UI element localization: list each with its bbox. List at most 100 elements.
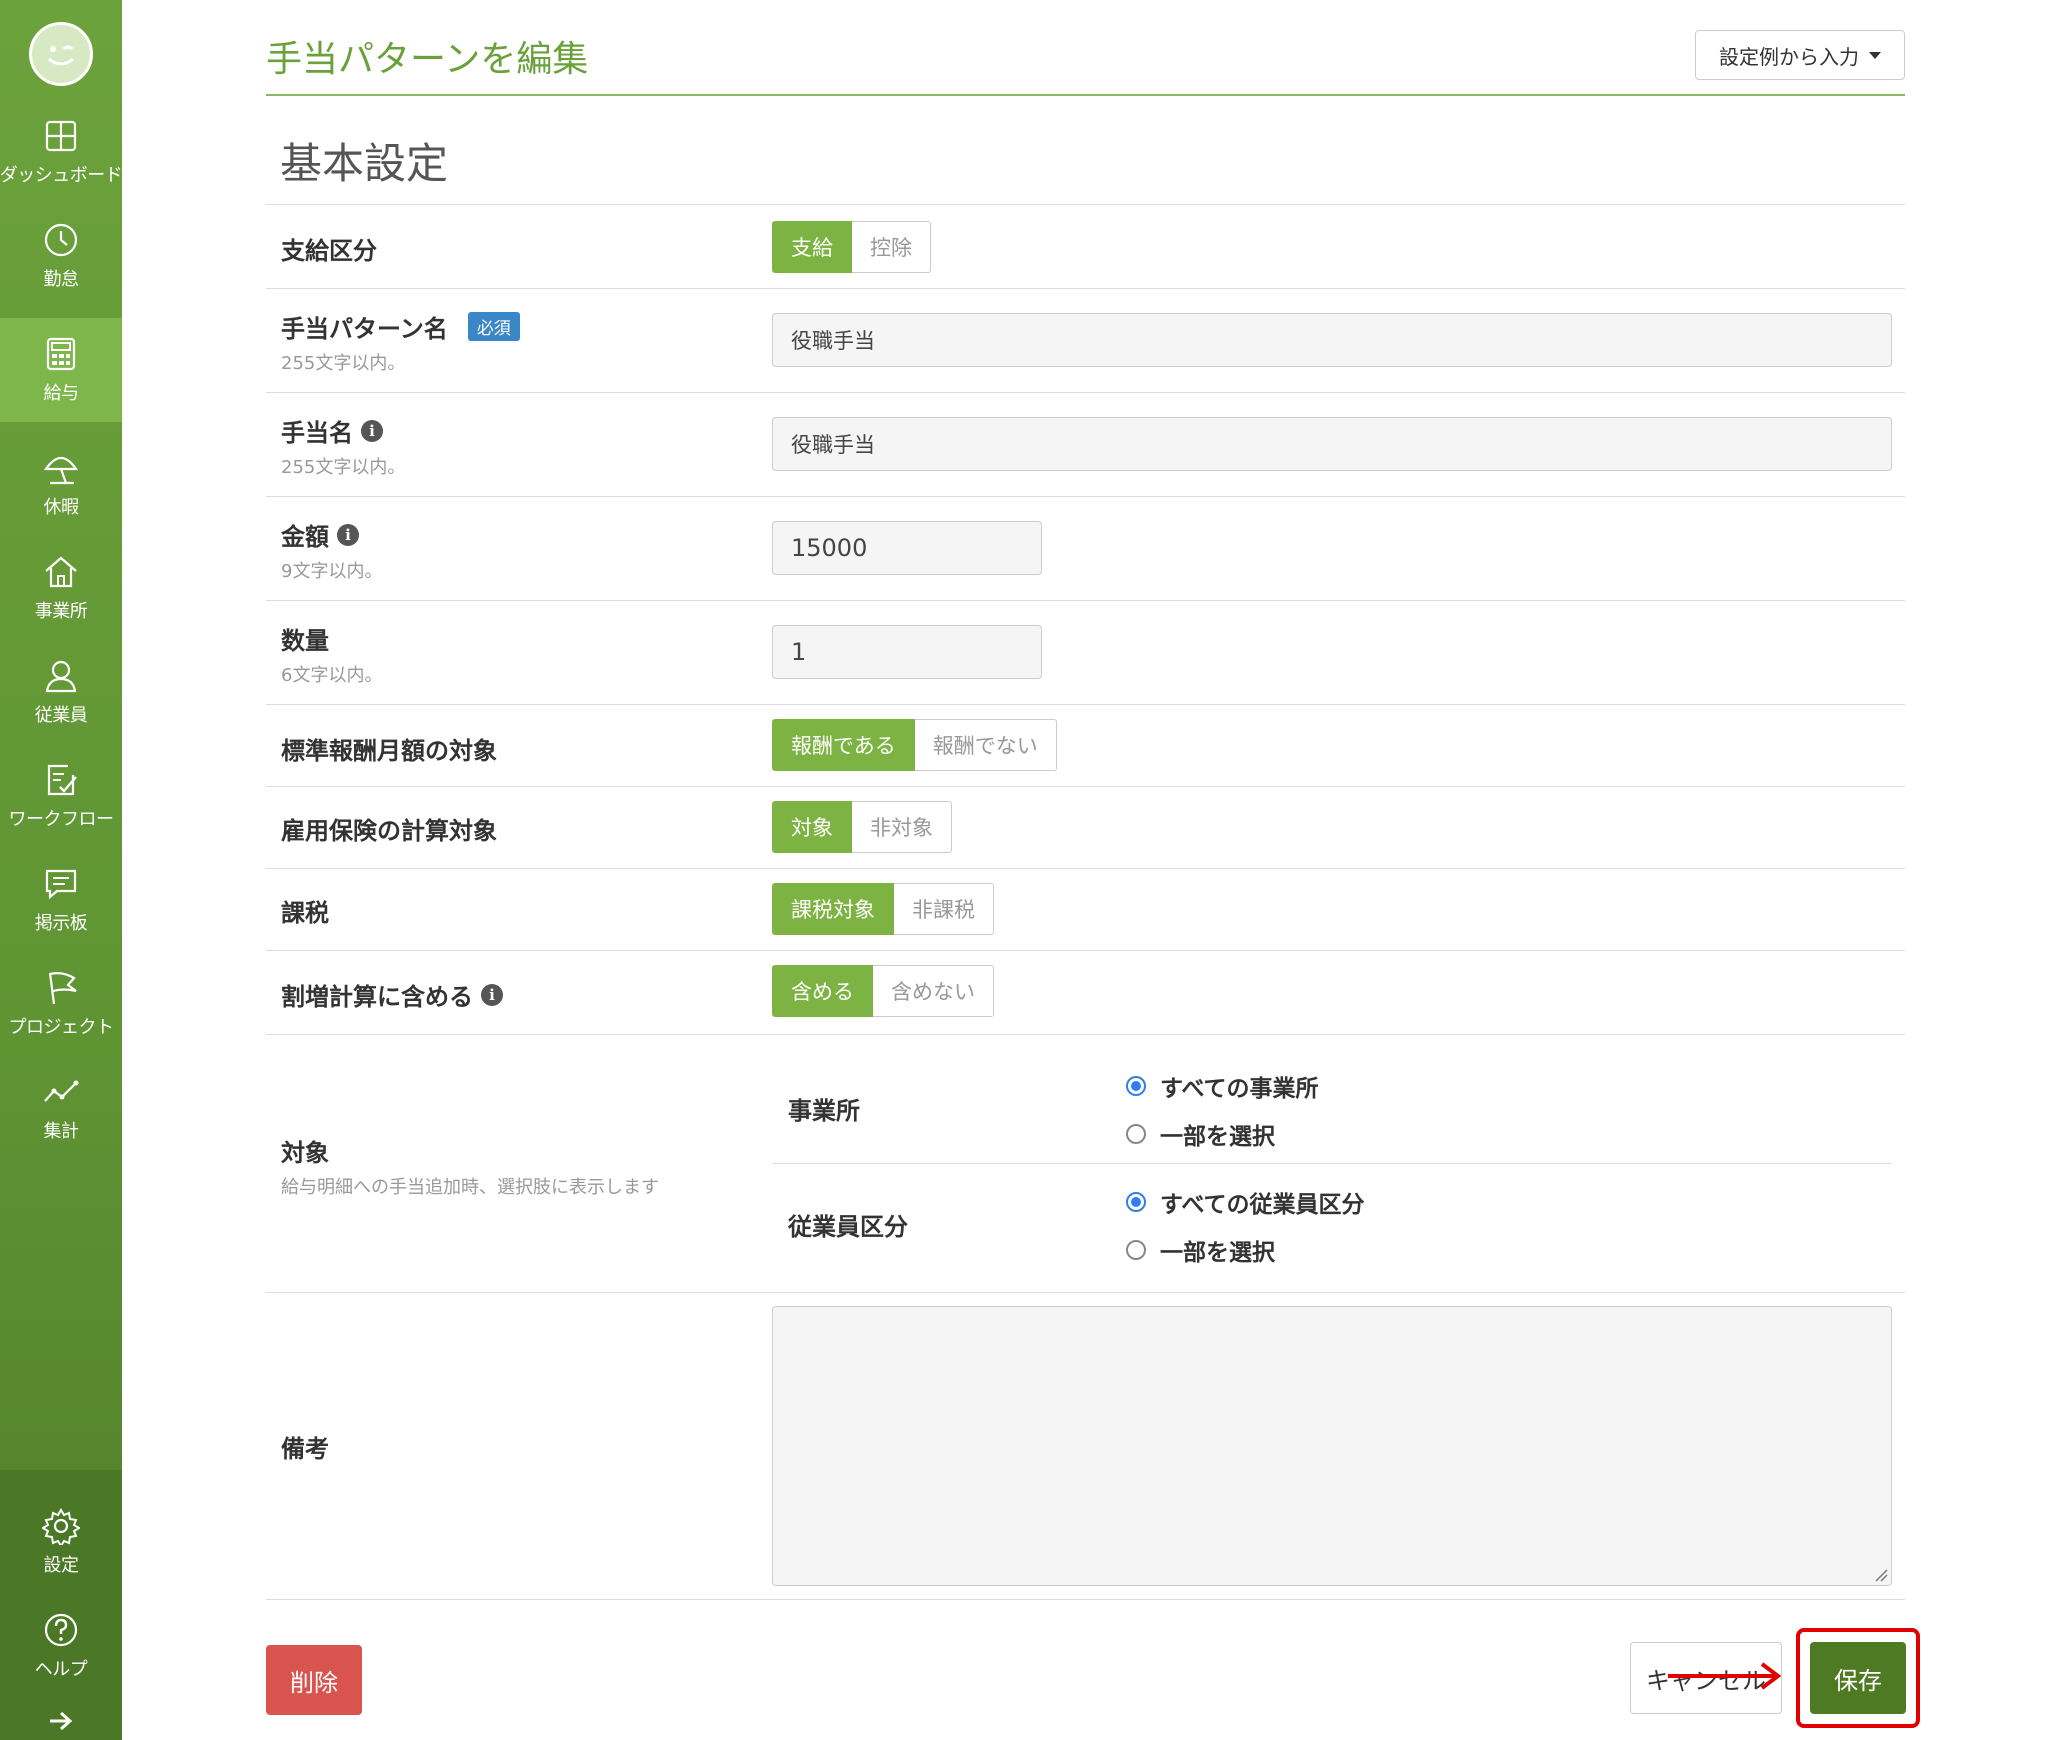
sub-divider [772, 1163, 1892, 1164]
amount-input[interactable]: 15000 [772, 521, 1042, 575]
sidebar-item-office[interactable]: 事業所 [0, 536, 122, 640]
sidebar-item-payroll[interactable]: 給与 [0, 318, 122, 422]
office-radio-partial-label: 一部を選択 [1160, 1124, 1275, 1150]
sidebar-item-reports[interactable]: 集計 [0, 1056, 122, 1160]
quantity-input[interactable]: 1 [772, 625, 1042, 679]
allowance-name-row: 手当名 i 255文字以内。 役職手当 [266, 392, 1905, 496]
gear-icon [42, 1508, 80, 1545]
sidebar-item-label: 事業所 [34, 601, 88, 622]
example-input-dropdown-button[interactable]: 設定例から入力 [1695, 30, 1905, 80]
sidebar-item-label: 給与 [43, 383, 80, 404]
standard-remuneration-row: 標準報酬月額の対象 報酬である 報酬でない [266, 704, 1905, 786]
employee-type-radio-partial[interactable]: 一部を選択 [1126, 1233, 1275, 1267]
amount-hint: 9文字以内。 [281, 561, 383, 582]
allowance-name-input[interactable]: 役職手当 [772, 417, 1892, 471]
sidebar-item-label: 休暇 [43, 497, 80, 518]
target-label: 対象 [281, 1139, 329, 1167]
employee-type-radio-all-label: すべての従業員区分 [1160, 1192, 1365, 1218]
sidebar-item-project[interactable]: プロジェクト [0, 952, 122, 1056]
standard-remuneration-option-no[interactable]: 報酬でない [914, 719, 1057, 771]
sidebar-item-label: 設定 [43, 1555, 80, 1576]
sidebar-item-employees[interactable]: 従業員 [0, 640, 122, 744]
allowance-name-hint: 255文字以内。 [281, 457, 406, 478]
pattern-name-hint: 255文字以内。 [281, 353, 406, 374]
sidebar-item-leave[interactable]: 休暇 [0, 432, 122, 536]
sidebar-item-help[interactable]: ヘルプ [0, 1594, 122, 1698]
pattern-name-label-group: 手当パターン名 必須 [281, 309, 520, 344]
remarks-textarea[interactable] [772, 1306, 1892, 1586]
employee-type-radio-partial-label: 一部を選択 [1160, 1240, 1275, 1266]
pay-type-label: 支給区分 [281, 237, 377, 265]
person-icon [45, 660, 77, 693]
logo-smiley-icon[interactable] [29, 22, 93, 86]
sidebar-item-workflow[interactable]: ワークフロー [0, 744, 122, 848]
dashboard-icon [45, 120, 77, 152]
quantity-label: 数量 [281, 627, 329, 655]
required-badge: 必須 [467, 312, 520, 341]
resize-handle-icon[interactable] [1874, 1568, 1888, 1582]
info-icon[interactable]: i [337, 523, 359, 546]
page-header: 手当パターンを編集 設定例から入力 [266, 30, 1905, 96]
employment-insurance-option-non-target[interactable]: 非対象 [852, 801, 952, 853]
pay-type-option-pay[interactable]: 支給 [772, 221, 852, 273]
sidebar-item-label: ワークフロー [8, 809, 115, 830]
red-arrow-icon [1668, 1662, 1782, 1690]
office-radio-all[interactable]: すべての事業所 [1126, 1069, 1318, 1103]
amount-label: 金額 [281, 523, 329, 551]
sidebar-item-label: 勤怠 [43, 269, 80, 290]
overtime-row: 割増計算に含める i 含める 含めない [266, 950, 1905, 1034]
arrow-right-icon[interactable] [48, 1710, 74, 1736]
taxation-label: 課税 [281, 899, 329, 927]
sidebar-bottom: 設定 ヘルプ [0, 1470, 122, 1740]
delete-button[interactable]: 削除 [266, 1645, 362, 1715]
employment-insurance-option-target[interactable]: 対象 [772, 801, 852, 853]
standard-remuneration-label: 標準報酬月額の対象 [281, 737, 497, 765]
pattern-name-row: 手当パターン名 必須 255文字以内。 役職手当 [266, 288, 1905, 392]
umbrella-icon [43, 456, 79, 485]
office-sublabel: 事業所 [788, 1097, 860, 1125]
highlight-box [1796, 1628, 1920, 1728]
pay-type-option-deduction[interactable]: 控除 [852, 221, 931, 273]
pattern-name-input[interactable]: 役職手当 [772, 313, 1892, 367]
radio-unchecked-icon [1126, 1240, 1146, 1260]
sidebar-item-label: ダッシュボード [0, 165, 123, 186]
help-icon [44, 1613, 78, 1647]
employment-insurance-row: 雇用保険の計算対象 対象 非対象 [266, 786, 1905, 868]
standard-remuneration-toggle: 報酬である 報酬でない [772, 719, 1057, 771]
pattern-name-label: 手当パターン名 [281, 315, 448, 343]
radio-unchecked-icon [1126, 1124, 1146, 1144]
employee-type-radio-all[interactable]: すべての従業員区分 [1126, 1185, 1364, 1219]
remarks-label: 備考 [281, 1435, 329, 1463]
allowance-name-label-group: 手当名 i [281, 413, 383, 448]
target-hint: 給与明細への手当追加時、選択肢に表示します [281, 1177, 659, 1198]
taxation-option-non-taxable[interactable]: 非課税 [894, 883, 994, 935]
sidebar-item-dashboard[interactable]: ダッシュボード [0, 100, 123, 204]
clock-icon [44, 223, 78, 257]
sidebar-item-label: 集計 [43, 1121, 80, 1142]
sidebar-item-attendance[interactable]: 勤怠 [0, 204, 122, 308]
overtime-option-include[interactable]: 含める [772, 965, 873, 1017]
radio-checked-icon [1126, 1076, 1146, 1096]
calculator-icon [46, 337, 76, 371]
standard-remuneration-option-yes[interactable]: 報酬である [772, 719, 915, 771]
quantity-hint: 6文字以内。 [281, 665, 383, 686]
info-icon[interactable]: i [481, 983, 503, 1006]
overtime-option-exclude[interactable]: 含めない [873, 965, 994, 1017]
sidebar-item-label: 掲示板 [34, 913, 88, 934]
taxation-option-taxable[interactable]: 課税対象 [772, 883, 894, 935]
sidebar-item-board[interactable]: 掲示板 [0, 848, 122, 952]
sidebar-item-settings[interactable]: 設定 [0, 1490, 122, 1594]
page-title: 手当パターンを編集 [266, 39, 589, 80]
overtime-toggle: 含める 含めない [772, 965, 994, 1017]
office-radio-all-label: すべての事業所 [1160, 1076, 1319, 1102]
overtime-label-group: 割増計算に含める i [281, 977, 503, 1012]
caret-down-icon [1869, 51, 1881, 59]
section-title: 基本設定 [280, 139, 449, 188]
target-row: 対象 給与明細への手当追加時、選択肢に表示します 事業所 すべての事業所 一部を… [266, 1034, 1905, 1292]
checklist-icon [47, 764, 77, 796]
info-icon[interactable]: i [361, 419, 383, 442]
employee-type-sublabel: 従業員区分 [788, 1213, 908, 1241]
sidebar-item-label: 従業員 [34, 705, 88, 726]
quantity-row: 数量 6文字以内。 1 [266, 600, 1905, 704]
office-radio-partial[interactable]: 一部を選択 [1126, 1117, 1275, 1151]
